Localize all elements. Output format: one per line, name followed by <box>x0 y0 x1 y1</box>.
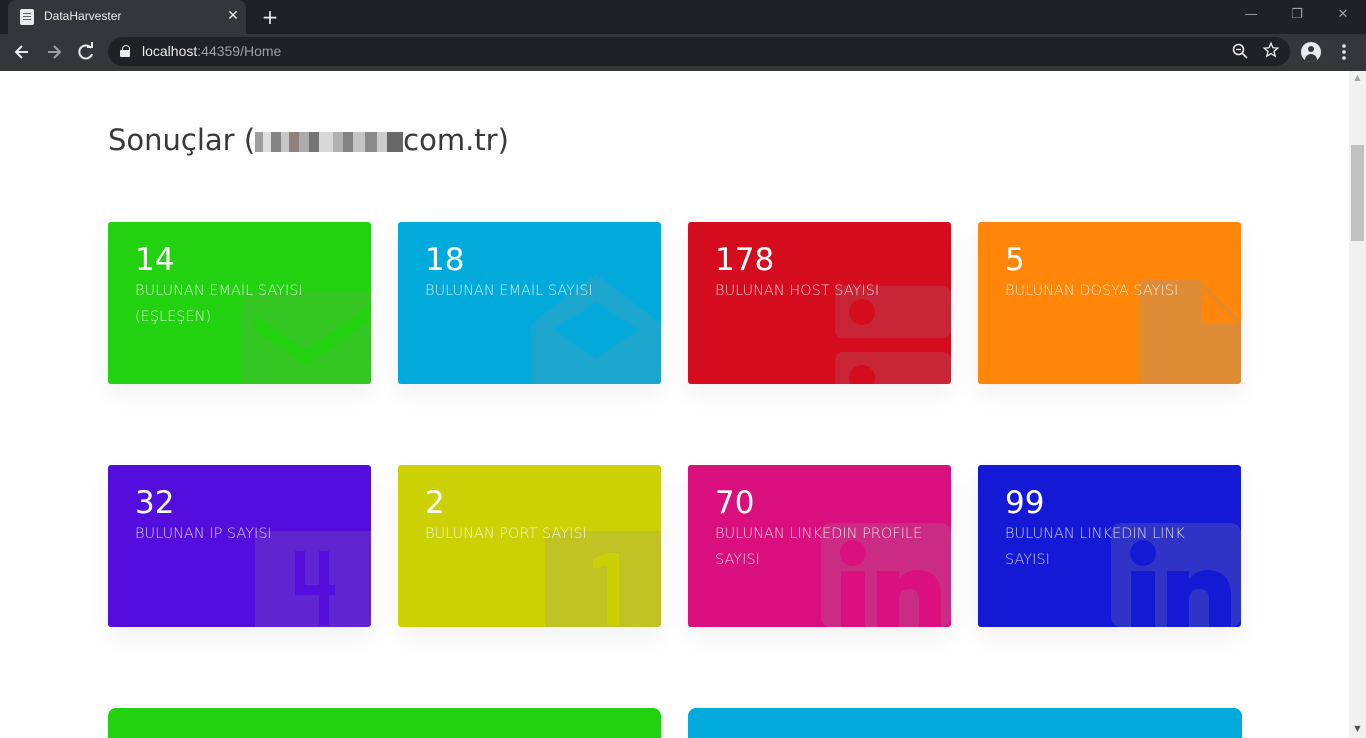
stat-label: BULUNAN HOST SAYISI <box>715 283 880 299</box>
reload-icon[interactable] <box>72 38 100 66</box>
scroll-down-arrow-icon[interactable]: ▼ <box>1349 724 1366 736</box>
page-viewport: Sonuçlar (com.tr) 14 BULUNAN EMAİL SAYIS… <box>0 71 1349 738</box>
close-window-button[interactable]: ✕ <box>1320 0 1366 30</box>
stat-card-email[interactable]: 18 BULUNAN EMAİL SAYISI <box>398 222 661 384</box>
stat-card-linkedin-link[interactable]: 99 BULUNAN LINKEDIN LINK SAYISI <box>978 465 1241 627</box>
new-tab-button[interactable]: + <box>258 5 282 29</box>
stat-label: BULUNAN DOSYA SAYISI <box>1005 283 1179 299</box>
stat-label: BULUNAN PORT SAYISI <box>425 526 587 542</box>
scrollbar-thumb[interactable] <box>1351 145 1364 241</box>
stat-label: BULUNAN IP SAYISI <box>135 526 272 542</box>
stat-value: 2 <box>425 485 445 521</box>
page-scrollbar[interactable]: ▲ ▼ <box>1349 71 1366 738</box>
url-text[interactable]: localhost:44359/Home <box>142 43 281 59</box>
stat-card-linkedin-profile[interactable]: 70 BULUNAN LINKEDIN PROFILE SAYISI <box>688 465 951 627</box>
bookmark-star-icon[interactable] <box>1262 41 1280 63</box>
stat-label: BULUNAN LINKEDIN LINK SAYISI <box>1005 526 1185 568</box>
redacted-domain <box>255 132 404 152</box>
lock-icon[interactable] <box>120 45 130 57</box>
stat-value: 32 <box>135 485 175 521</box>
browser-toolbar: localhost:44359/Home <box>0 34 1366 71</box>
address-bar[interactable]: localhost:44359/Home <box>108 37 1290 66</box>
stat-card-email-matched[interactable]: 14 BULUNAN EMAİL SAYISI (EŞLEŞEN) <box>108 222 371 384</box>
minimize-button[interactable]: — <box>1228 0 1274 30</box>
profile-avatar-icon[interactable] <box>1301 42 1321 62</box>
stat-card-file[interactable]: 5 BULUNAN DOSYA SAYISI <box>978 222 1241 384</box>
restore-button[interactable]: ❐ <box>1274 0 1320 30</box>
wide-panel-blue <box>688 708 1242 738</box>
stat-card-port[interactable]: 2 BULUNAN PORT SAYISI <box>398 465 661 627</box>
page-favicon-icon <box>20 9 34 25</box>
back-arrow-icon[interactable] <box>8 38 36 66</box>
stat-value: 70 <box>715 485 755 521</box>
stat-value: 18 <box>425 242 465 278</box>
stat-label: BULUNAN LINKEDIN PROFILE SAYISI <box>715 526 923 568</box>
forward-arrow-icon[interactable] <box>40 38 68 66</box>
zoom-icon[interactable] <box>1232 43 1248 63</box>
stat-value: 5 <box>1005 242 1025 278</box>
stat-card-ip[interactable]: 32 BULUNAN IP SAYISI <box>108 465 371 627</box>
stat-card-host[interactable]: 178 BULUNAN HOST SAYISI <box>688 222 951 384</box>
scroll-up-arrow-icon[interactable]: ▲ <box>1349 73 1366 85</box>
wide-panel-green <box>108 708 661 738</box>
browser-tab[interactable]: DataHarvester ✕ <box>8 0 246 34</box>
stat-value: 99 <box>1005 485 1045 521</box>
stat-label: BULUNAN EMAİL SAYISI <box>425 283 593 299</box>
tab-strip: DataHarvester ✕ + — ❐ ✕ <box>0 0 1366 34</box>
stat-value: 178 <box>715 242 775 278</box>
stat-value: 14 <box>135 242 175 278</box>
more-menu-icon[interactable] <box>1336 39 1352 65</box>
tab-title: DataHarvester <box>44 9 122 23</box>
page-title: Sonuçlar (com.tr) <box>108 123 509 157</box>
tab-close-icon[interactable]: ✕ <box>224 7 242 25</box>
stat-label: BULUNAN EMAİL SAYISI (EŞLEŞEN) <box>135 283 303 325</box>
